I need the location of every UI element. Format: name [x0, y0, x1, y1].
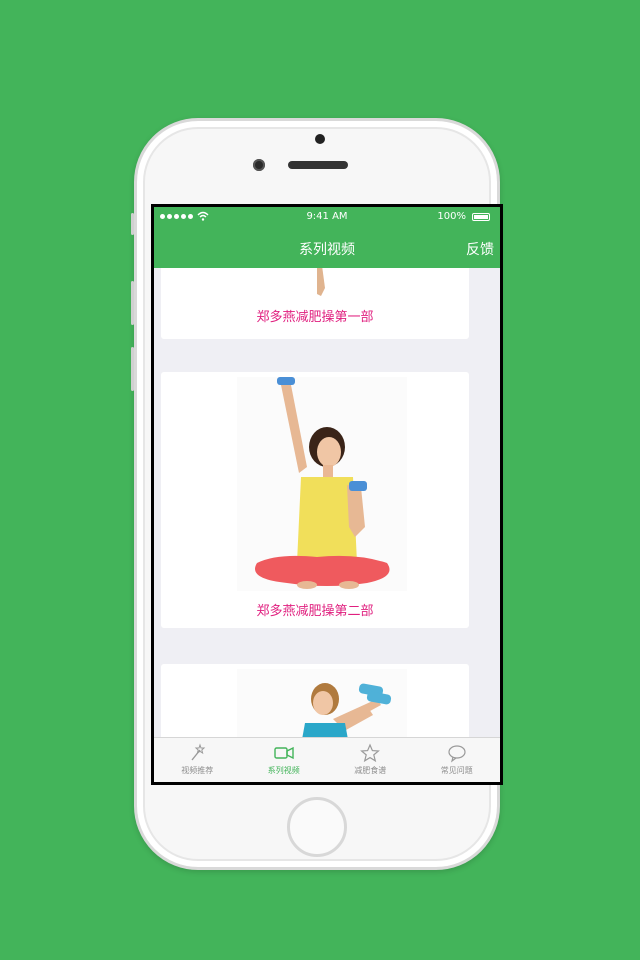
battery-icon: [472, 213, 490, 221]
tab-faq[interactable]: 常见问题: [414, 738, 501, 782]
tab-diet-recipes[interactable]: 减肥食谱: [327, 738, 414, 782]
video-thumbnail: [237, 669, 407, 741]
video-title: 郑多燕减肥操第一部: [256, 310, 374, 325]
video-series-list[interactable]: 郑多燕减肥操第一部 郑多燕减肥操第二部: [154, 268, 500, 741]
video-camera-icon: [241, 743, 328, 763]
video-card[interactable]: [161, 664, 469, 741]
front-camera: [253, 159, 265, 171]
volume-up-button: [131, 281, 134, 325]
app-screen: 9:41 AM 100% 系列视频 反馈 郑多燕减肥操第一部 郑多燕减肥操第二部…: [154, 207, 500, 782]
video-title: 郑多燕减肥操第二部: [256, 604, 374, 619]
tab-label: 视频推荐: [181, 766, 214, 775]
video-thumbnail: [237, 377, 407, 591]
chat-bubble-icon: [414, 743, 501, 763]
earpiece-speaker: [288, 161, 348, 169]
tab-video-recommend[interactable]: 视频推荐: [154, 738, 241, 782]
video-thumbnail: [237, 268, 407, 298]
video-card[interactable]: 郑多燕减肥操第二部: [161, 372, 469, 628]
star-icon: [327, 743, 414, 763]
tab-label: 减肥食谱: [354, 766, 387, 775]
feedback-button[interactable]: 反馈: [466, 239, 494, 259]
phone-screen: 9:41 AM 100% 系列视频 反馈 郑多燕减肥操第一部 郑多燕减肥操第二部…: [151, 204, 503, 785]
tab-label: 常见问题: [440, 766, 473, 775]
tab-bar: 视频推荐 系列视频 减肥食谱 常见问题: [154, 737, 500, 782]
page-title: 系列视频: [299, 242, 355, 258]
video-card[interactable]: 郑多燕减肥操第一部: [161, 268, 469, 339]
status-bar: 9:41 AM 100%: [154, 207, 500, 227]
volume-down-button: [131, 347, 134, 391]
battery-percentage: 100%: [437, 211, 466, 222]
magic-wand-icon: [154, 743, 241, 763]
home-button[interactable]: [287, 797, 347, 857]
navigation-bar: 系列视频 反馈: [154, 227, 500, 268]
tab-video-series[interactable]: 系列视频: [241, 738, 328, 782]
tab-label: 系列视频: [267, 766, 300, 775]
mute-switch: [131, 213, 134, 235]
top-sensor: [315, 134, 325, 144]
